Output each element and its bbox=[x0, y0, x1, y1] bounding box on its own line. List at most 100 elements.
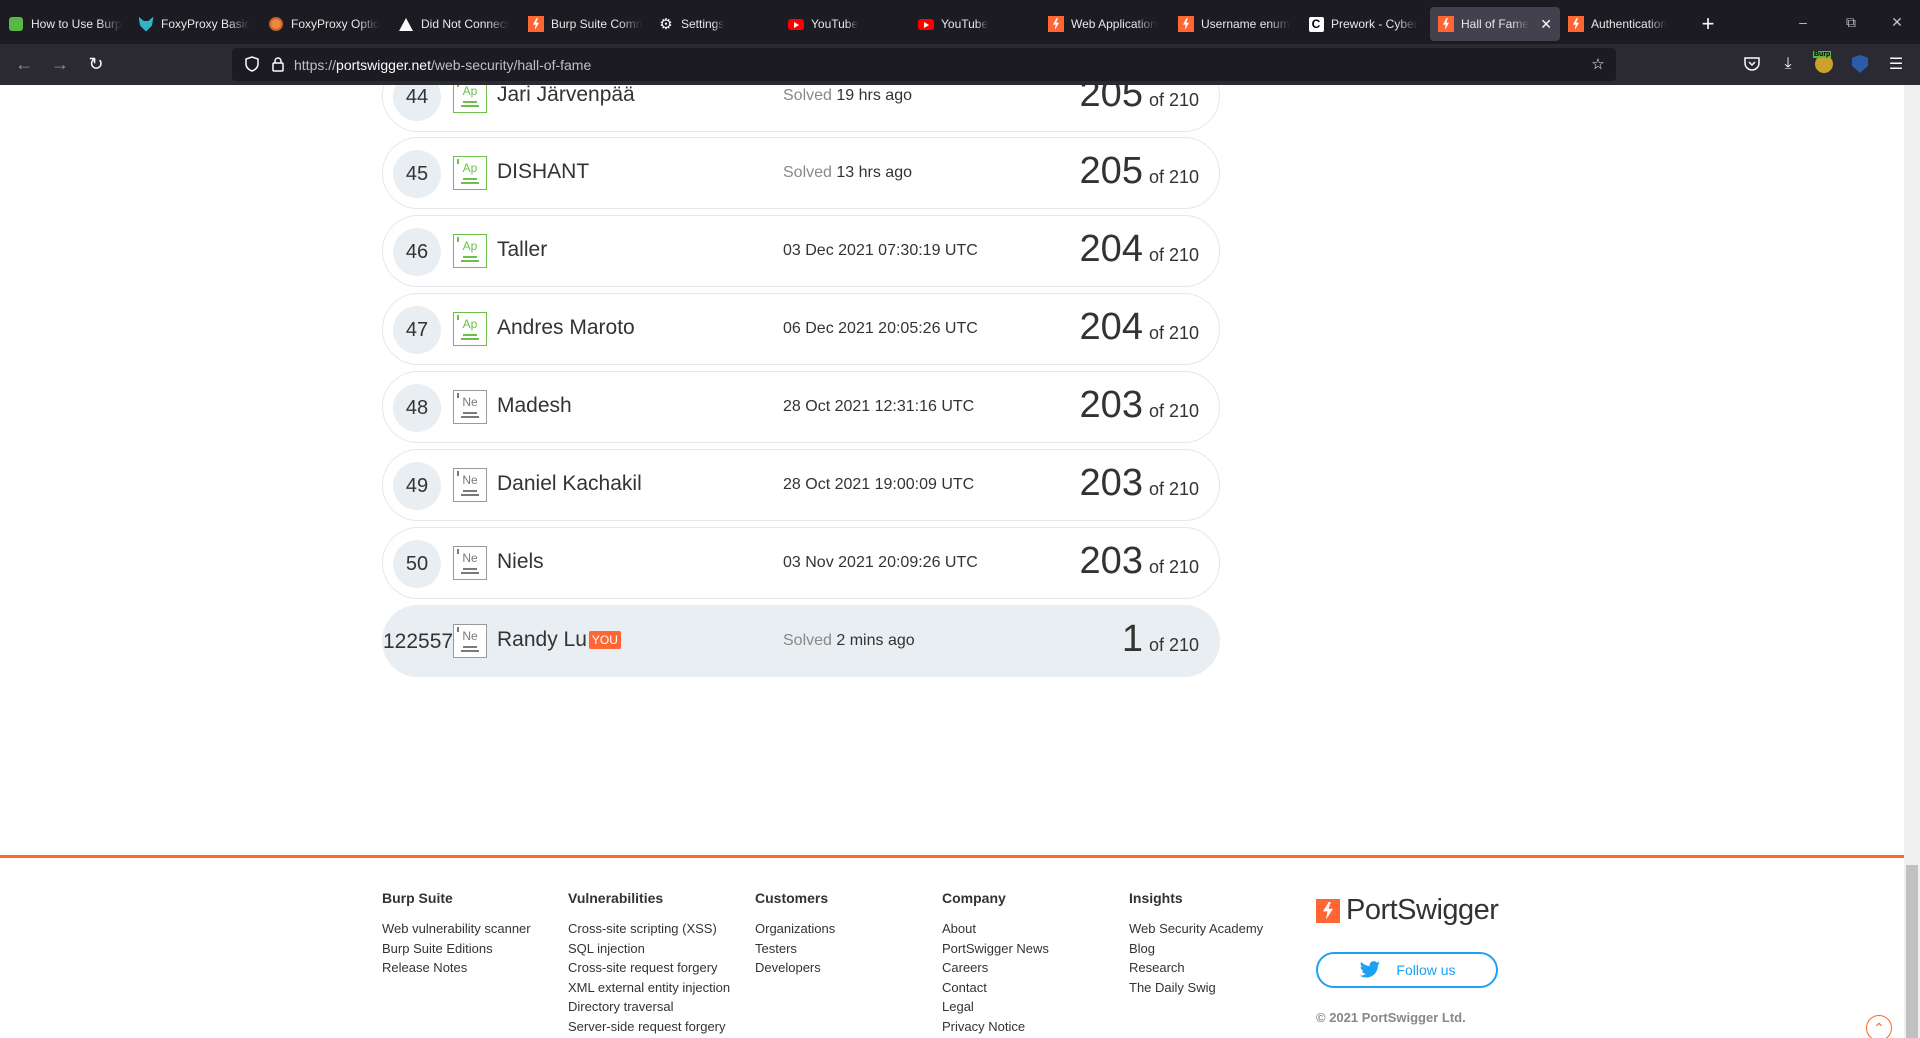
footer-link[interactable]: Web vulnerability scanner bbox=[382, 919, 531, 939]
ublock-icon[interactable] bbox=[1846, 48, 1874, 80]
footer-link[interactable]: The Daily Swig bbox=[1129, 978, 1263, 998]
tab-12[interactable]: Authentication bbox=[1560, 7, 1690, 41]
tab-0[interactable]: How to Use Burp bbox=[0, 7, 130, 41]
player-name: Taller bbox=[497, 238, 547, 262]
logo-text: PortSwigger bbox=[1346, 894, 1499, 926]
c-icon: C bbox=[1308, 16, 1324, 32]
neophyte-level-icon: Ne bbox=[453, 546, 487, 580]
footer-link[interactable]: Release Notes bbox=[382, 958, 531, 978]
solved-date: Solved 13 hrs ago bbox=[783, 164, 912, 182]
score-total: of 210 bbox=[1148, 90, 1199, 110]
score-total: of 210 bbox=[1148, 245, 1199, 265]
portswigger-logo-icon bbox=[1316, 898, 1340, 923]
footer-link[interactable]: Web Security Academy bbox=[1129, 919, 1263, 939]
score-value: 1 bbox=[1121, 618, 1143, 660]
bookmark-star-icon[interactable]: ☆ bbox=[1588, 54, 1608, 74]
footer-link[interactable]: Organizations bbox=[755, 919, 835, 939]
footer-link[interactable]: Legal bbox=[942, 997, 1049, 1017]
player-name-text: Andres Maroto bbox=[497, 316, 635, 339]
footer-link[interactable]: Developers bbox=[755, 958, 835, 978]
reload-icon[interactable]: ↻ bbox=[78, 49, 114, 81]
footer-link[interactable]: Cross-site request forgery bbox=[568, 958, 730, 978]
back-to-top-icon[interactable]: ⌃ bbox=[1866, 1015, 1892, 1038]
portswigger-logo[interactable]: PortSwigger bbox=[1316, 894, 1499, 927]
footer-column: Insights Web Security Academy Blog Research… bbox=[1129, 890, 1263, 997]
footer-link[interactable]: Server-side request forgery bbox=[568, 1017, 730, 1037]
new-tab-icon[interactable]: + bbox=[1690, 7, 1726, 41]
tab-label: Settings bbox=[681, 17, 725, 31]
forward-icon[interactable]: → bbox=[42, 49, 78, 81]
solved-date-value: 28 Oct 2021 19:00:09 UTC bbox=[783, 476, 975, 493]
portswigger-icon bbox=[1178, 16, 1194, 32]
shield-icon[interactable] bbox=[242, 54, 262, 74]
address-bar[interactable]: https://portswigger.net/web-security/hal… bbox=[232, 48, 1616, 81]
twitter-icon bbox=[1360, 961, 1381, 978]
footer-link[interactable]: Burp Suite Editions bbox=[382, 939, 531, 959]
tab-7[interactable]: YouTube bbox=[910, 7, 1040, 41]
current-user-row: 122557 Ne Randy Lu YOU Solved 2 mins ago 1 of … bbox=[382, 605, 1220, 677]
tab-1[interactable]: FoxyProxy Basic bbox=[130, 7, 260, 41]
tab-label: Authentication bbox=[1591, 17, 1668, 31]
score-value: 205 bbox=[1079, 150, 1143, 192]
green-app-icon bbox=[8, 16, 24, 32]
solved-date-value: 06 Dec 2021 20:05:26 UTC bbox=[783, 320, 978, 337]
footer-heading: Insights bbox=[1129, 890, 1183, 906]
footer-link[interactable]: Careers bbox=[942, 958, 1049, 978]
score-value: 203 bbox=[1079, 540, 1143, 582]
neophyte-level-icon: Ne bbox=[453, 468, 487, 502]
player-name-text: Taller bbox=[497, 238, 548, 261]
player-name-text: Jari Järvenpää bbox=[497, 85, 635, 106]
footer-heading: Company bbox=[942, 890, 1006, 906]
footer-link[interactable]: Research bbox=[1129, 958, 1263, 978]
tab-label: Username enum bbox=[1201, 17, 1290, 31]
downloads-icon[interactable]: ⤓ bbox=[1774, 48, 1802, 80]
follow-us-button[interactable]: Follow us bbox=[1316, 952, 1498, 988]
tab-11[interactable]: Hall of Fame ✕ bbox=[1430, 7, 1560, 41]
youtube-icon bbox=[918, 16, 934, 32]
footer-link[interactable]: About bbox=[942, 919, 1049, 939]
restore-icon[interactable]: ⧉ bbox=[1828, 0, 1874, 44]
pocket-icon[interactable] bbox=[1738, 48, 1766, 80]
close-window-icon[interactable]: ✕ bbox=[1874, 0, 1920, 44]
tab-2[interactable]: FoxyProxy Optio bbox=[260, 7, 390, 41]
footer-link[interactable]: Contact bbox=[942, 978, 1049, 998]
footer-link[interactable]: XML external entity injection bbox=[568, 978, 730, 998]
rank-number: 47 bbox=[393, 306, 441, 354]
footer-link[interactable]: Cross-site scripting (XSS) bbox=[568, 919, 730, 939]
url-text[interactable]: https://portswigger.net/web-security/hal… bbox=[294, 57, 591, 73]
player-name-text: Daniel Kachakil bbox=[497, 472, 642, 495]
back-icon[interactable]: ← bbox=[6, 49, 42, 81]
menu-icon[interactable]: ☰ bbox=[1882, 48, 1910, 80]
footer-link[interactable]: Blog bbox=[1129, 939, 1263, 959]
tab-6[interactable]: YouTube bbox=[780, 7, 910, 41]
footer-link[interactable]: SQL injection bbox=[568, 939, 730, 959]
footer-link[interactable]: Privacy Notice bbox=[942, 1017, 1049, 1037]
footer-link[interactable]: Directory traversal bbox=[568, 997, 730, 1017]
tab-3[interactable]: Did Not Connect bbox=[390, 7, 520, 41]
close-tab-icon[interactable]: ✕ bbox=[1540, 16, 1552, 33]
lock-icon[interactable] bbox=[268, 54, 288, 74]
tab-10[interactable]: C Prework - Cyber bbox=[1300, 7, 1430, 41]
score-total: of 210 bbox=[1148, 401, 1199, 421]
tab-9[interactable]: Username enum bbox=[1170, 7, 1300, 41]
solved-label: Solved bbox=[783, 87, 832, 104]
player-name: DISHANT bbox=[497, 160, 589, 184]
rank-number: 44 bbox=[393, 85, 441, 121]
scrollbar-thumb[interactable] bbox=[1906, 865, 1918, 1038]
footer-link[interactable]: Testers bbox=[755, 939, 835, 959]
solved-date: 03 Dec 2021 07:30:19 UTC bbox=[783, 242, 978, 260]
solved-date-value: 19 hrs ago bbox=[836, 87, 912, 104]
apprentice-level-icon: Ap bbox=[453, 234, 487, 268]
minimize-icon[interactable]: – bbox=[1780, 0, 1826, 44]
score: 204 of 210 bbox=[1080, 228, 1199, 271]
tab-4[interactable]: Burp Suite Comm bbox=[520, 7, 650, 41]
burp-extension-icon[interactable]: Burp bbox=[1810, 48, 1838, 80]
page-content: 44 Ap Jari Järvenpää Solved 19 hrs ago 205 of… bbox=[0, 85, 1920, 1038]
tab-label: Hall of Fame bbox=[1461, 17, 1530, 31]
tab-8[interactable]: Web Application bbox=[1040, 7, 1170, 41]
score-value: 203 bbox=[1079, 384, 1143, 426]
tab-5[interactable]: ⚙ Settings bbox=[650, 7, 780, 41]
footer-link[interactable]: PortSwigger News bbox=[942, 939, 1049, 959]
level-symbol: Ne bbox=[462, 395, 478, 409]
copyright: © 2021 PortSwigger Ltd. bbox=[1316, 1010, 1466, 1025]
